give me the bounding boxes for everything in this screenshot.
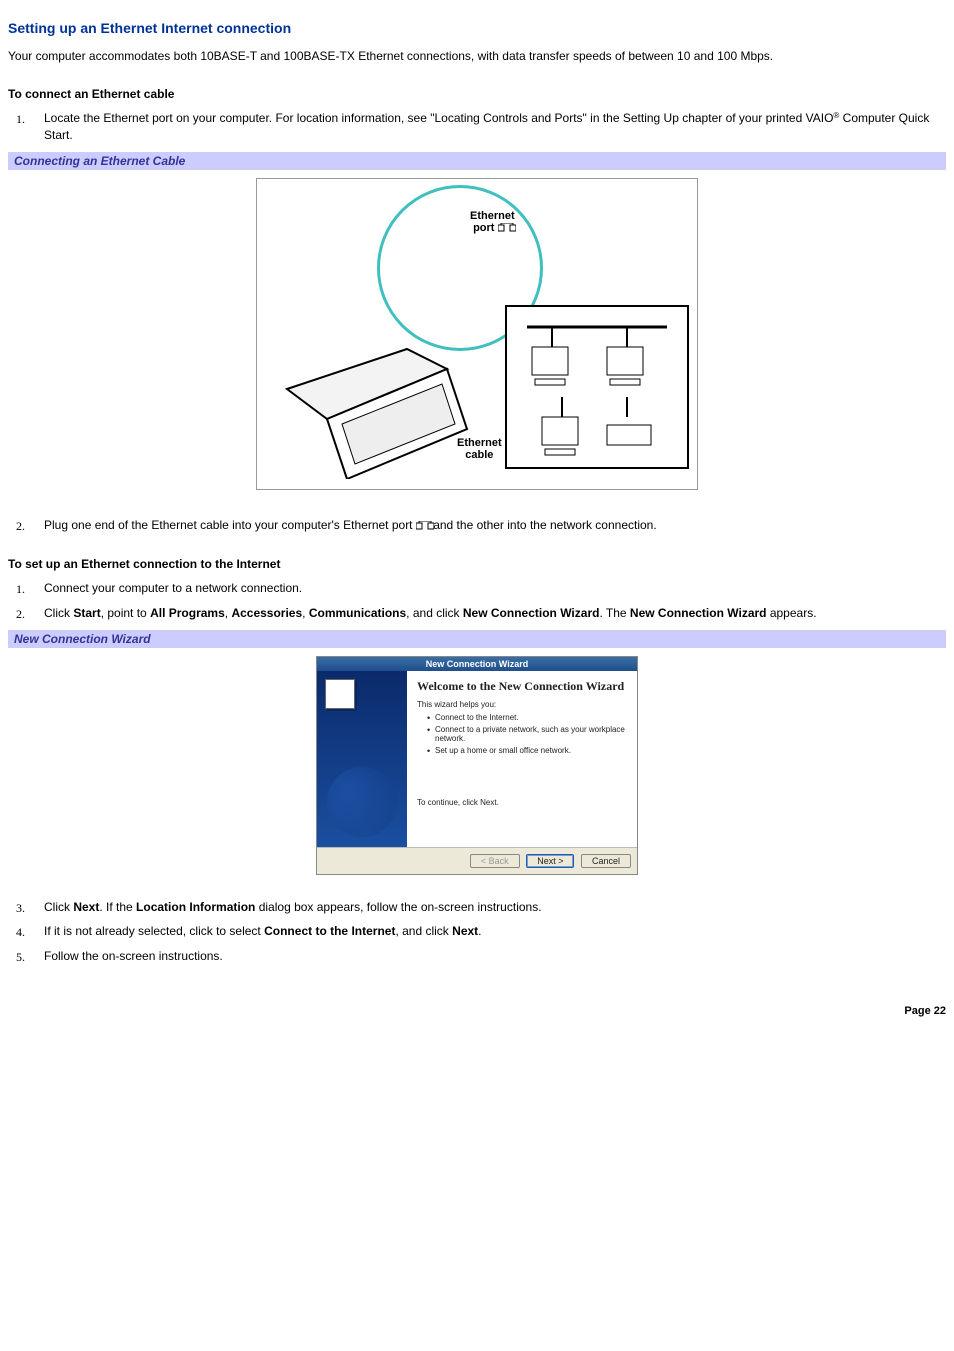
connect-cable-step-2: 2. Plug one end of the Ethernet cable in…: [44, 517, 946, 534]
wizard-next-button[interactable]: Next >: [526, 854, 574, 868]
setup-step-2: 2. Click Start, point to All Programs, A…: [44, 605, 946, 622]
wizard-bullet: Set up a home or small office network.: [427, 746, 627, 755]
page-number: Page 22: [8, 1005, 946, 1017]
wizard-continue-text: To continue, click Next.: [417, 798, 627, 807]
figure-label-ethernet-cable: Ethernetcable: [457, 437, 502, 461]
step-text: Plug one end of the Ethernet cable into …: [44, 518, 416, 532]
figure-caption-ethernet-cable: Connecting an Ethernet Cable: [8, 152, 946, 170]
intro-paragraph: Your computer accommodates both 10BASE-T…: [8, 48, 946, 64]
figure-new-connection-wizard: New Connection Wizard Welcome to the New…: [316, 656, 638, 875]
connect-cable-step-1: 1. Locate the Ethernet port on your comp…: [44, 110, 946, 144]
step-text: Follow the on-screen instructions.: [44, 949, 223, 963]
step-text-cont: and the other into the network connectio…: [433, 518, 656, 532]
wizard-bullet: Connect to a private network, such as yo…: [427, 725, 627, 743]
figure-ethernet-cable: Ethernetport Ethernetcable: [256, 178, 698, 490]
figure-caption-wizard: New Connection Wizard: [8, 630, 946, 648]
wizard-helps-text: This wizard helps you:: [417, 700, 627, 709]
wizard-cancel-button[interactable]: Cancel: [581, 854, 631, 868]
section-setup-heading: To set up an Ethernet connection to the …: [8, 556, 946, 572]
step-text: Locate the Ethernet port on your compute…: [44, 111, 833, 125]
wizard-welcome-heading: Welcome to the New Connection Wizard: [417, 679, 627, 694]
wizard-back-button[interactable]: < Back: [470, 854, 520, 868]
setup-step-5: 5. Follow the on-screen instructions.: [44, 948, 946, 965]
page-title: Setting up an Ethernet Internet connecti…: [8, 20, 946, 36]
setup-step-1: 1. Connect your computer to a network co…: [44, 580, 946, 597]
registered-mark: ®: [833, 111, 839, 120]
wizard-titlebar: New Connection Wizard: [317, 657, 637, 671]
section-connect-cable-heading: To connect an Ethernet cable: [8, 86, 946, 102]
ethernet-port-icon: [416, 521, 430, 531]
step-text: Connect your computer to a network conne…: [44, 581, 302, 595]
setup-step-3: 3. Click Next. If the Location Informati…: [44, 899, 946, 916]
globe-icon: [327, 767, 397, 837]
setup-step-4: 4. If it is not already selected, click …: [44, 923, 946, 940]
ethernet-port-icon: [498, 223, 512, 233]
figure-label-ethernet-port: Ethernetport: [470, 210, 515, 234]
wizard-badge-icon: [325, 679, 355, 709]
wizard-bullet: Connect to the Internet.: [427, 713, 627, 722]
